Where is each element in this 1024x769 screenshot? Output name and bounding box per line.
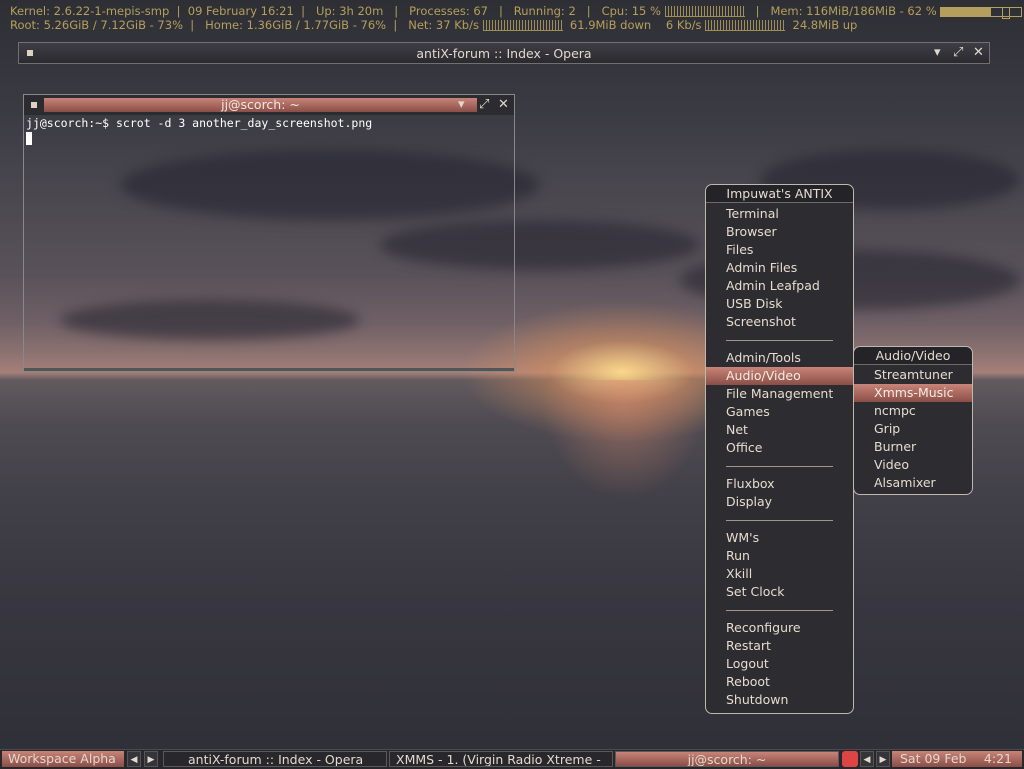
window-title: antiX-forum :: Index - Opera <box>416 46 592 61</box>
menu-item-fluxbox[interactable]: Fluxbox <box>706 475 853 493</box>
close-icon[interactable]: ✕ <box>973 44 984 62</box>
menu-item-run[interactable]: Run <box>706 547 853 565</box>
submenu-title: Audio/Video <box>854 347 972 365</box>
maximize-icon[interactable]: ⤢ <box>479 96 489 114</box>
root-menu-items: Terminal Browser Files Admin Files Admin Lea… <box>706 203 853 713</box>
menu-item-browser[interactable]: Browser <box>706 223 853 241</box>
submenu-item-alsamixer[interactable]: Alsamixer <box>854 474 972 492</box>
cpu-usage: Cpu: 15 % <box>601 4 661 18</box>
net-down-graph <box>482 20 563 31</box>
menu-item-usb-disk[interactable]: USB Disk <box>706 295 853 313</box>
prev-window-icon[interactable]: ◀ <box>860 751 874 767</box>
taskbar: Workspace Alpha ◀ ▶ antiX-forum :: Index… <box>0 749 1024 769</box>
menu-item-reconfigure[interactable]: Reconfigure <box>706 619 853 637</box>
terminal-resize-bar[interactable] <box>24 368 514 371</box>
terminal-cursor <box>26 132 32 145</box>
net-up-rate: 6 Kb/s <box>665 18 702 32</box>
submenu-item-ncmpc[interactable]: ncmpc <box>854 402 972 420</box>
submenu-item-streamtuner[interactable]: Streamtuner <box>854 366 972 384</box>
menu-item-display[interactable]: Display <box>706 493 853 511</box>
net-down-rate: Net: 37 Kb/s <box>408 18 479 32</box>
menu-item-reboot[interactable]: Reboot <box>706 673 853 691</box>
next-workspace-icon[interactable]: ▶ <box>144 751 158 767</box>
menu-item-audio-video[interactable]: Audio/Video <box>706 367 853 385</box>
menu-item-xkill[interactable]: Xkill <box>706 565 853 583</box>
conky-line-2: Root: 5.26GiB / 7.12GiB - 73% | Home: 1.… <box>10 18 858 32</box>
process-count: Processes: 67 <box>409 4 488 18</box>
terminal-command-line: jj@scorch:~$ scrot -d 3 another_day_scre… <box>26 116 373 130</box>
menu-item-file-management[interactable]: File Management <box>706 385 853 403</box>
audio-video-submenu: Audio/Video Streamtuner Xmms-Music ncmpc Gr… <box>853 346 973 495</box>
shade-icon[interactable]: ▾ <box>934 44 941 62</box>
mem-usage: Mem: 116MiB/186MiB - 62 % <box>770 4 937 18</box>
submenu-items: Streamtuner Xmms-Music ncmpc Grip Burner Vide… <box>854 365 972 494</box>
task-opera[interactable]: antiX-forum :: Index - Opera <box>163 751 387 767</box>
tray-app-icon[interactable] <box>842 751 858 767</box>
net-up-graph <box>705 20 786 31</box>
root-menu-title: Impuwat's ANTIX <box>706 185 853 203</box>
task-label: jj@scorch: ~ <box>687 752 767 767</box>
menu-item-screenshot[interactable]: Screenshot <box>706 313 853 331</box>
terminal-body[interactable]: jj@scorch:~$ scrot -d 3 another_day_scre… <box>24 115 514 371</box>
root-menu: Impuwat's ANTIX Terminal Browser Files Admi… <box>705 184 854 714</box>
menu-item-terminal[interactable]: Terminal <box>706 205 853 223</box>
home-disk: Home: 1.36GiB / 1.77GiB - 76% <box>205 18 387 32</box>
prev-workspace-icon[interactable]: ◀ <box>127 751 141 767</box>
uptime: Up: 3h 20m <box>315 4 384 18</box>
task-label: XMMS - 1. (Virgin Radio Xtreme - <box>396 752 601 767</box>
conky-line-1: Kernel: 2.6.22-1-mepis-smp | 09 February… <box>10 4 1023 18</box>
sun-reflection <box>540 380 710 500</box>
conky-corner-box <box>1002 7 1010 19</box>
workspace-name[interactable]: Workspace Alpha <box>2 751 124 767</box>
maximize-icon[interactable]: ⤢ <box>953 44 963 62</box>
terminal-title: jj@scorch: ~ <box>44 98 477 112</box>
opera-window-titlebar[interactable]: antiX-forum :: Index - Opera ▾ ⤢ ✕ <box>18 42 990 64</box>
shade-icon[interactable]: ▾ <box>458 96 465 114</box>
terminal-titlebar[interactable]: jj@scorch: ~ ▾ ⤢ ✕ <box>24 95 514 115</box>
menu-separator <box>706 511 853 529</box>
task-xmms[interactable]: XMMS - 1. (Virgin Radio Xtreme - <box>389 751 613 767</box>
menu-item-restart[interactable]: Restart <box>706 637 853 655</box>
terminal-window[interactable]: jj@scorch: ~ ▾ ⤢ ✕ jj@scorch:~$ scrot -d… <box>23 94 515 372</box>
close-icon[interactable]: ✕ <box>498 96 509 114</box>
menu-separator <box>706 331 853 349</box>
clock-date: Sat 09 Feb <box>900 751 967 766</box>
next-window-icon[interactable]: ▶ <box>876 751 890 767</box>
task-terminal[interactable]: jj@scorch: ~ <box>615 751 839 767</box>
menu-item-wm-s[interactable]: WM's <box>706 529 853 547</box>
menu-item-games[interactable]: Games <box>706 403 853 421</box>
running-count: Running: 2 <box>513 4 576 18</box>
menu-item-admin-tools[interactable]: Admin/Tools <box>706 349 853 367</box>
menu-item-files[interactable]: Files <box>706 241 853 259</box>
cpu-graph <box>664 6 745 17</box>
submenu-item-burner[interactable]: Burner <box>854 438 972 456</box>
menu-item-set-clock[interactable]: Set Clock <box>706 583 853 601</box>
menu-item-admin-leafpad[interactable]: Admin Leafpad <box>706 277 853 295</box>
task-label: antiX-forum :: Index - Opera <box>188 752 364 767</box>
menu-item-net[interactable]: Net <box>706 421 853 439</box>
conky-date: 09 February 16:21 <box>187 4 294 18</box>
clock-time: 4:21 <box>983 751 1012 766</box>
kernel-info: Kernel: 2.6.22-1-mepis-smp <box>10 4 170 18</box>
menu-separator <box>706 457 853 475</box>
menu-item-office[interactable]: Office <box>706 439 853 457</box>
submenu-item-grip[interactable]: Grip <box>854 420 972 438</box>
menu-separator <box>706 601 853 619</box>
down-total: 61.9MiB down <box>569 18 652 32</box>
mem-bar-fill <box>941 7 991 16</box>
submenu-item-xmms-music[interactable]: Xmms-Music <box>854 384 972 402</box>
menu-item-logout[interactable]: Logout <box>706 655 853 673</box>
clock[interactable]: Sat 09 Feb 4:21 <box>892 751 1022 767</box>
up-total: 24.8MiB up <box>792 18 858 32</box>
menu-item-admin-files[interactable]: Admin Files <box>706 259 853 277</box>
submenu-item-video[interactable]: Video <box>854 456 972 474</box>
root-disk: Root: 5.26GiB / 7.12GiB - 73% <box>10 18 183 32</box>
window-menu-icon[interactable] <box>31 102 37 108</box>
menu-item-shutdown[interactable]: Shutdown <box>706 691 853 709</box>
